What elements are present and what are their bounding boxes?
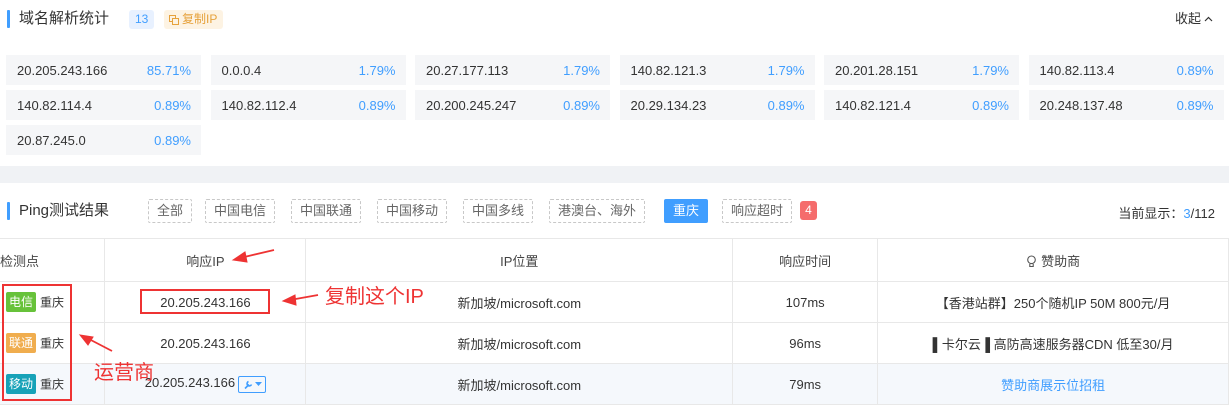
stat-ip: 20.248.137.48 [1039, 97, 1123, 113]
response-ip[interactable]: 20.205.243.166 [160, 336, 250, 351]
column-header-time[interactable]: 响应时间 [732, 238, 879, 282]
stat-ip: 20.200.245.247 [426, 97, 517, 113]
stat-percent: 0.89% [767, 97, 805, 113]
display-count-label: 当前显示： [1118, 206, 1184, 221]
dns-stats-title: 域名解析统计 [19, 10, 110, 27]
stat-cell[interactable]: 140.82.121.3 1.79% [619, 55, 815, 85]
collapse-toggle[interactable]: 收起 [1175, 10, 1213, 28]
tools-dropdown-button[interactable] [238, 375, 267, 393]
stat-percent: 1.79% [563, 62, 600, 78]
caret-down-icon [254, 381, 262, 386]
stat-cell[interactable]: 20.201.28.151 1.79% [824, 55, 1019, 85]
stat-percent: 1.79% [972, 62, 1009, 78]
display-count-current: 3 [1183, 206, 1191, 221]
stat-ip: 20.29.134.23 [630, 97, 707, 113]
filter-4[interactable]: 中国多线 [463, 199, 534, 223]
cell-location: 新加坡/microsoft.com [305, 363, 734, 405]
stat-percent: 85.71% [146, 62, 191, 78]
sponsor-bulb-icon [1027, 254, 1036, 267]
section-accent-bar [7, 10, 10, 28]
dns-stats-panel: 域名解析统计 13 复制IP 收起 20.205.243.166 85.71% 0.… [0, 0, 1229, 166]
column-header-sponsor[interactable]: 赞助商 [877, 238, 1229, 282]
stat-percent: 0.89% [1176, 62, 1214, 78]
display-count-total: /112 [1190, 206, 1215, 221]
stat-cell[interactable]: 0.0.0.4 1.79% [210, 55, 406, 85]
stat-cell[interactable]: 140.82.121.4 0.89% [824, 90, 1019, 120]
stat-percent: 0.89% [972, 97, 1009, 113]
filter-5[interactable]: 港澳台、海外 [549, 199, 646, 223]
ip-count-badge: 13 [129, 10, 155, 29]
copy-icon [169, 14, 179, 25]
chevron-up-icon [1204, 16, 1213, 21]
stat-ip: 20.87.245.0 [17, 132, 86, 148]
column-header-location[interactable]: IP位置 [305, 238, 734, 282]
column-header-ip[interactable]: 响应IP [104, 238, 307, 282]
stat-ip: 140.82.112.4 [221, 97, 297, 113]
display-count: 当前显示：3/112 [1118, 203, 1215, 222]
stat-ip: 20.27.177.113 [426, 62, 509, 78]
stat-percent: 0.89% [563, 97, 600, 113]
cell-time: 96ms [732, 322, 879, 364]
copy-ip-button[interactable]: 复制IP [164, 10, 224, 29]
table-row: 联通 重庆 20.205.243.166 新加坡/microsoft.com 96ms ▌… [0, 322, 1229, 364]
cell-time: 79ms [732, 363, 879, 405]
stat-percent: 0.89% [154, 97, 191, 113]
response-ip[interactable]: 20.205.243.166 [145, 375, 235, 390]
stat-cell[interactable]: 20.29.134.23 0.89% [619, 90, 815, 120]
sponsor-link[interactable]: 赞助商展示位招租 [1001, 378, 1105, 393]
stat-cell[interactable]: 20.200.245.247 0.89% [415, 90, 610, 120]
stat-ip: 20.205.243.166 [17, 62, 108, 78]
cell-sponsor[interactable]: 【香港站群】250个随机IP 50M 800元/月 [877, 281, 1229, 323]
stat-cell[interactable]: 140.82.112.4 0.89% [210, 90, 406, 120]
stat-percent: 0.89% [358, 97, 396, 113]
annotation-ip-box [140, 289, 270, 314]
stat-percent: 1.79% [358, 62, 396, 78]
filter-2[interactable]: 中国联通 [291, 199, 362, 223]
stat-ip: 140.82.113.4 [1039, 62, 1115, 78]
column-header-point[interactable]: 检测点 [0, 238, 106, 282]
cell-sponsor[interactable]: ▌卡尔云▐ 高防高速服务器CDN 低至30/月 [877, 322, 1229, 364]
stat-ip: 140.82.114.4 [17, 97, 92, 113]
copy-ip-label: 复制IP [182, 12, 218, 26]
table-row: 移动 重庆 20.205.243.166 新加坡/microsoft.com 79ms 赞… [0, 363, 1229, 405]
filter-0[interactable]: 全部 [148, 199, 193, 223]
stat-ip: 0.0.0.4 [221, 62, 262, 78]
table-header-row: 检测点 响应IP IP位置 响应时间 赞助商 [0, 238, 1229, 282]
stat-percent: 0.89% [154, 132, 191, 148]
timeout-count-badge: 4 [800, 201, 817, 220]
stat-percent: 1.79% [767, 62, 805, 78]
ping-results-title: Ping测试结果 [19, 202, 110, 219]
sponsor-link[interactable]: 【香港站群】250个随机IP 50M 800元/月 [936, 296, 1171, 311]
collapse-label: 收起 [1174, 11, 1201, 26]
stat-cell[interactable]: 20.205.243.166 85.71% [6, 55, 201, 85]
cell-sponsor[interactable]: 赞助商展示位招租 [877, 363, 1229, 405]
sponsor-link[interactable]: ▌卡尔云▐ 高防高速服务器CDN 低至30/月 [933, 337, 1174, 352]
stat-cell[interactable]: 20.87.245.0 0.89% [6, 125, 201, 155]
wrench-icon [244, 380, 252, 389]
annotation-carrier-box [2, 284, 72, 401]
cell-time: 107ms [732, 281, 879, 323]
column-header-sponsor-label: 赞助商 [1041, 253, 1081, 269]
ping-results-table: 检测点 响应IP IP位置 响应时间 赞助商 电信 重庆 20.205.243.16… [0, 238, 1229, 405]
section-accent-bar [7, 202, 10, 220]
cell-location: 新加坡/microsoft.com [305, 322, 734, 364]
stat-cell[interactable]: 140.82.114.4 0.89% [6, 90, 201, 120]
stat-ip: 140.82.121.4 [835, 97, 911, 113]
stat-cell[interactable]: 20.248.137.48 0.89% [1028, 90, 1224, 120]
annotation-carrier-text: 运营商 [94, 362, 154, 384]
stat-cell[interactable]: 20.27.177.113 1.79% [415, 55, 610, 85]
filter-1[interactable]: 中国电信 [205, 199, 276, 223]
stat-ip: 140.82.121.3 [630, 62, 707, 78]
filter-3[interactable]: 中国移动 [377, 199, 448, 223]
stat-ip: 20.201.28.151 [835, 62, 919, 78]
filter-7[interactable]: 响应超时 [722, 199, 793, 223]
stat-cell[interactable]: 140.82.113.4 0.89% [1028, 55, 1224, 85]
stat-percent: 0.89% [1176, 97, 1214, 113]
annotation-copy-ip-text: 复制这个IP [325, 286, 424, 308]
filter-6[interactable]: 重庆 [664, 199, 709, 223]
